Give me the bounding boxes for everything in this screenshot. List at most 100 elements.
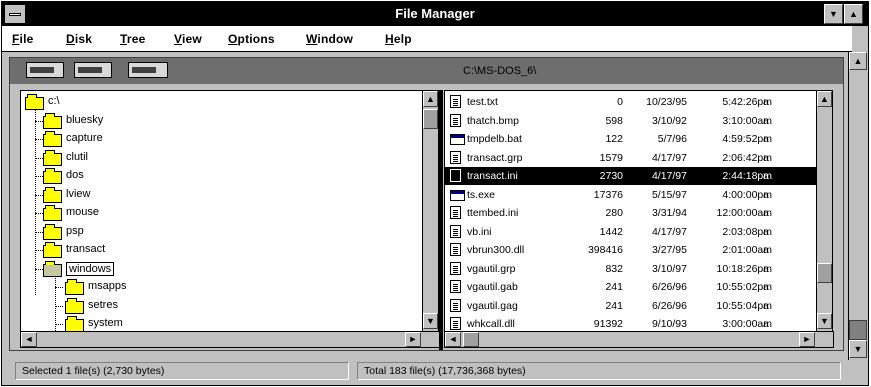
file-size: 241 <box>605 281 623 293</box>
file-name: transact.grp <box>467 151 523 164</box>
file-row[interactable]: thatch.bmp 598 3/10/92 3:10:00am a <box>445 112 816 130</box>
file-date: 4/17/97 <box>651 170 687 182</box>
tree-vertical-scrollbar[interactable]: ▲ ▼ <box>422 90 439 332</box>
tree-item-label: bluesky <box>66 113 104 126</box>
menu-window[interactable]: Window <box>306 32 353 46</box>
file-attributes: a <box>763 281 769 293</box>
tree-scroll-up-button[interactable]: ▲ <box>423 91 438 107</box>
tree-item-label: lview <box>66 187 91 200</box>
file-name: vgautil.grp <box>467 262 516 275</box>
tree-item-label: dos <box>66 169 84 181</box>
directory-window-titlebar[interactable]: C:\MS-DOS_6\ <box>10 58 843 84</box>
folder-icon <box>43 223 62 240</box>
folder-icon <box>43 260 62 277</box>
menu-help-mnemonic: H <box>385 32 394 46</box>
folder-icon <box>43 242 62 258</box>
file-size: 832 <box>605 262 623 275</box>
window-title: File Manager <box>395 6 475 21</box>
file-horizontal-thumb[interactable] <box>463 332 479 347</box>
pane-splitter[interactable] <box>439 90 443 350</box>
minimize-button[interactable]: ▼ <box>824 4 843 24</box>
menu-view[interactable]: View <box>174 32 202 46</box>
document-file-icon <box>450 95 461 108</box>
file-row[interactable]: vgautil.gab 241 6/26/96 10:55:02pm a <box>445 278 816 296</box>
drive-c-icon[interactable] <box>128 62 168 78</box>
tree-item-label: windows <box>66 261 115 276</box>
file-size: 1442 <box>599 225 623 238</box>
file-attributes: a <box>763 318 769 330</box>
document-file-icon <box>450 317 461 330</box>
file-attributes: a <box>763 188 769 201</box>
down-triangle-icon: ▼ <box>829 9 838 19</box>
file-scroll-down-button[interactable]: ▼ <box>817 313 832 329</box>
tree-item-label: transact <box>66 243 106 255</box>
menu-view-mnemonic: V <box>174 32 182 46</box>
tree-connector <box>35 213 43 214</box>
drive-a-icon[interactable] <box>26 62 64 78</box>
tree-connector <box>55 305 63 307</box>
scroll-down-button[interactable]: ▼ <box>849 340 867 358</box>
file-row[interactable]: whkcall.dll 91392 9/10/93 3:00:00am a <box>445 315 816 331</box>
file-row[interactable]: tmpdelb.bat 122 5/7/96 4:59:52pm a <box>445 130 816 148</box>
tree-horizontal-scrollbar[interactable]: ◄ ► <box>20 331 440 348</box>
menu-disk[interactable]: Disk <box>66 32 92 46</box>
file-name: vgautil.gag <box>467 299 518 312</box>
main-vertical-scrollbar[interactable]: ▲ ▼ <box>848 52 868 360</box>
file-scroll-right-button[interactable]: ► <box>799 332 815 347</box>
file-row[interactable]: ts.exe 17376 5/15/97 4:00:00pm a <box>445 186 816 204</box>
tree-connector <box>55 287 63 288</box>
file-list-vertical-scrollbar[interactable]: ▲ ▼ <box>816 90 833 332</box>
menu-tree[interactable]: Tree <box>120 32 146 46</box>
document-file-icon <box>450 150 461 164</box>
tree-connector <box>35 268 43 270</box>
file-name: ttembed.ini <box>467 207 519 219</box>
file-scroll-left-button[interactable]: ◄ <box>445 332 461 347</box>
tree-scroll-thumb[interactable] <box>423 109 438 129</box>
tree-scroll-left-button[interactable]: ◄ <box>21 332 37 347</box>
tree-item-label: msapps <box>88 280 127 292</box>
program-file-icon <box>450 189 465 201</box>
file-row[interactable]: test.txt 0 10/23/95 5:42:26pm a <box>445 93 816 111</box>
file-date: 4/17/97 <box>651 151 687 164</box>
tree-connector <box>35 231 43 233</box>
file-scroll-up-button[interactable]: ▲ <box>817 91 832 107</box>
file-name: transact.ini <box>467 170 518 182</box>
file-size: 598 <box>605 114 623 127</box>
document-file-icon <box>450 113 461 127</box>
title-bar[interactable]: File Manager ▼ ▲ <box>2 2 868 26</box>
document-file-icon <box>450 298 461 312</box>
file-list-horizontal-scrollbar[interactable]: ◄ ► <box>444 331 834 348</box>
file-row[interactable]: vgautil.gag 241 6/26/96 10:55:04pm a <box>445 297 816 315</box>
file-date: 3/10/92 <box>651 114 687 127</box>
file-size: 2730 <box>599 170 623 182</box>
file-row[interactable]: ttembed.ini 280 3/31/94 12:00:00am a <box>445 204 816 222</box>
scroll-thumb[interactable] <box>849 320 867 340</box>
tree-item-label: setres <box>88 298 118 311</box>
drive-b-icon[interactable] <box>74 62 112 78</box>
file-size: 17376 <box>593 188 623 201</box>
menu-file[interactable]: File <box>12 32 33 46</box>
tree-scroll-down-button[interactable]: ▼ <box>423 313 438 329</box>
file-attributes: a <box>763 225 769 238</box>
file-size: 398416 <box>587 244 623 256</box>
tree-connector <box>55 271 56 331</box>
file-list[interactable]: test.txt 0 10/23/95 5:42:26pm a thatch.bmp 598… <box>444 90 817 332</box>
file-scroll-thumb[interactable] <box>817 263 832 283</box>
file-date: 5/15/97 <box>651 188 687 201</box>
tree-scroll-right-button[interactable]: ► <box>405 332 421 347</box>
directory-tree[interactable]: c:\ bluesky capture clutil dos lview mouse psp t… <box>20 90 423 332</box>
file-row[interactable]: vbrun300.dll 398416 3/27/95 2:01:00am a <box>445 241 816 259</box>
file-manager-window: File Manager ▼ ▲ File Disk Tree View Opt… <box>1 1 869 386</box>
right-triangle-icon: ► <box>408 334 418 344</box>
file-row[interactable]: transact.grp 1579 4/17/97 2:06:42pm a <box>445 149 816 167</box>
menu-options[interactable]: Options <box>228 32 275 46</box>
file-attributes: a <box>763 207 769 219</box>
maximize-button[interactable]: ▲ <box>844 4 863 24</box>
scroll-up-button[interactable]: ▲ <box>849 52 867 70</box>
file-row[interactable]: vb.ini 1442 4/17/97 2:03:08pm a <box>445 223 816 241</box>
file-row[interactable]: vgautil.grp 832 3/10/97 10:18:26pm a <box>445 260 816 278</box>
file-row[interactable]: transact.ini 2730 4/17/97 2:44:18pm a <box>445 167 816 185</box>
menu-help[interactable]: Help <box>385 32 412 46</box>
menu-window-label: indow <box>317 32 354 46</box>
up-triangle-icon: ▲ <box>853 56 863 66</box>
